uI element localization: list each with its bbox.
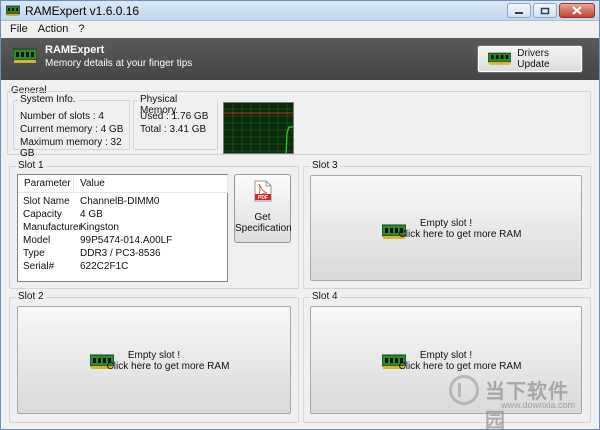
restore-button[interactable] xyxy=(533,3,557,18)
close-icon xyxy=(572,6,582,15)
restore-icon xyxy=(540,7,550,14)
empty-slot-title: Empty slot ! xyxy=(419,218,473,229)
menu-file[interactable]: File xyxy=(5,21,33,38)
ram-icon xyxy=(488,52,512,65)
param-cell: Capacity xyxy=(23,209,62,220)
slot-1-details-table[interactable]: Parameter Value Slot Name ChannelB-DIMM0… xyxy=(17,174,228,282)
slot-3-empty-button[interactable]: Empty slot ! Click here to get more RAM xyxy=(310,175,582,281)
menu-help[interactable]: ? xyxy=(73,21,89,38)
title-bar[interactable]: RAMExpert v1.6.0.16 xyxy=(1,1,599,21)
physical-memory-group: Physical Memory. Used : 1.76 GB Total : … xyxy=(133,94,218,150)
column-header-parameter[interactable]: Parameter xyxy=(18,175,74,193)
window-controls xyxy=(507,3,595,18)
maximum-memory: Maximum memory : 32 GB xyxy=(20,137,122,159)
header-subtitle: Memory details at your finger tips xyxy=(45,58,193,69)
value-cell: 4 GB xyxy=(80,209,103,220)
pdf-icon: PDF xyxy=(254,180,272,202)
memory-used: Used : 1.76 GB xyxy=(140,111,209,122)
memory-usage-graph xyxy=(223,102,294,154)
system-info-title: System Info. xyxy=(18,94,78,105)
value-cell: ChannelB-DIMM0 xyxy=(80,196,160,207)
slot-3-title: Slot 3 xyxy=(310,160,340,171)
table-row: Type DDR3 / PC3-8536 xyxy=(18,248,228,261)
drivers-update-label: Drivers Update xyxy=(517,48,550,70)
param-cell: Model xyxy=(23,235,51,246)
minimize-icon xyxy=(515,11,523,14)
value-cell: 622C2F1C xyxy=(80,261,129,272)
drivers-update-button[interactable]: Drivers Update xyxy=(477,45,583,73)
current-memory: Current memory : 4 GB xyxy=(20,124,124,135)
watermark: 当下软件园 www.downxia.com xyxy=(449,375,589,430)
spec-label-line1: Get xyxy=(254,212,271,223)
table-row: Manufacturer Kingston xyxy=(18,222,228,235)
empty-slot-title: Empty slot ! xyxy=(419,350,473,361)
memory-usage-trace xyxy=(285,126,293,153)
slots-count: Number of slots : 4 xyxy=(20,111,104,122)
pdf-icon-label: PDF xyxy=(258,195,268,201)
get-more-ram-link: Click here to get more RAM xyxy=(106,361,230,372)
slot-1-title: Slot 1 xyxy=(16,160,46,171)
memory-total: Total : 3.41 GB xyxy=(140,124,207,135)
get-more-ram-link: Click here to get more RAM xyxy=(398,229,522,240)
param-cell: Manufacturer xyxy=(23,222,82,233)
table-row: Capacity 4 GB xyxy=(18,209,228,222)
watermark-logo-icon xyxy=(449,375,479,405)
menu-bar: File Action ? xyxy=(1,21,599,38)
spec-label-line2: Specification xyxy=(235,223,292,234)
header-title: RAMExpert xyxy=(45,44,105,56)
watermark-url: www.downxia.com xyxy=(501,400,576,410)
slot-2-title: Slot 2 xyxy=(16,291,46,302)
get-more-ram-link: Click here to get more RAM xyxy=(398,361,522,372)
close-button[interactable] xyxy=(559,3,595,18)
menu-action[interactable]: Action xyxy=(33,21,74,38)
table-row: Serial# 622C2F1C xyxy=(18,261,228,274)
slot-2-empty-button[interactable]: Empty slot ! Click here to get more RAM xyxy=(17,306,291,414)
param-cell: Serial# xyxy=(23,261,55,272)
table-row: Slot Name ChannelB-DIMM0 xyxy=(18,196,228,209)
app-window: RAMExpert v1.6.0.16 File Action ? RAMExp… xyxy=(0,0,600,430)
value-cell: DDR3 / PC3-8536 xyxy=(80,248,161,259)
table-row: Model 99P5474-014.A00LF xyxy=(18,235,228,248)
window-title: RAMExpert v1.6.0.16 xyxy=(25,4,140,18)
minimize-button[interactable] xyxy=(507,3,531,18)
param-cell: Type xyxy=(23,248,45,259)
empty-slot-title: Empty slot ! xyxy=(127,350,181,361)
param-cell: Slot Name xyxy=(23,196,70,207)
value-cell: Kingston xyxy=(80,222,119,233)
slot-4-title: Slot 4 xyxy=(310,291,340,302)
system-info-group: System Info. Number of slots : 4 Current… xyxy=(13,94,130,159)
get-specification-button[interactable]: PDF Get Specification xyxy=(234,174,292,243)
ram-app-icon xyxy=(6,5,20,16)
value-cell: 99P5474-014.A00LF xyxy=(80,235,173,246)
column-header-value[interactable]: Value xyxy=(74,175,228,193)
ram-icon xyxy=(13,48,37,63)
